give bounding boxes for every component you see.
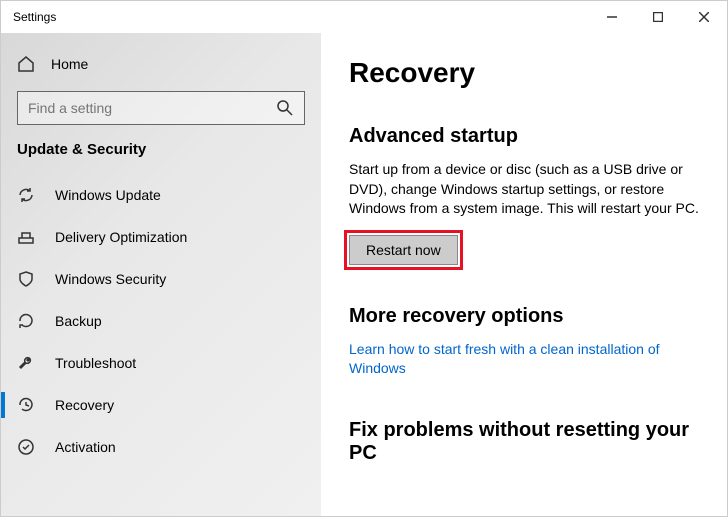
sidebar: Home Update & Security Windows Update De… [1, 33, 321, 516]
backup-icon [17, 312, 35, 330]
more-recovery-section: More recovery options Learn how to start… [349, 305, 699, 379]
window-title: Settings [13, 10, 56, 24]
fix-problems-heading: Fix problems without resetting your PC [349, 419, 699, 465]
restart-now-button[interactable]: Restart now [349, 235, 458, 265]
home-icon [17, 55, 35, 73]
fix-problems-section: Fix problems without resetting your PC [349, 419, 699, 465]
sidebar-item-label: Recovery [55, 397, 114, 413]
more-recovery-heading: More recovery options [349, 305, 699, 328]
shield-icon [17, 270, 35, 288]
advanced-startup-section: Advanced startup Start up from a device … [349, 125, 699, 265]
window-controls [589, 1, 727, 33]
sidebar-item-windows-security[interactable]: Windows Security [1, 258, 321, 300]
sidebar-item-delivery-optimization[interactable]: Delivery Optimization [1, 216, 321, 258]
sidebar-item-label: Windows Update [55, 187, 161, 203]
sidebar-item-backup[interactable]: Backup [1, 300, 321, 342]
sync-icon [17, 186, 35, 204]
sidebar-item-recovery[interactable]: Recovery [1, 384, 321, 426]
sidebar-item-windows-update[interactable]: Windows Update [1, 174, 321, 216]
wrench-icon [17, 354, 35, 372]
delivery-icon [17, 228, 35, 246]
advanced-startup-heading: Advanced startup [349, 125, 699, 148]
sidebar-item-label: Troubleshoot [55, 355, 136, 371]
home-label: Home [51, 56, 88, 72]
sidebar-item-label: Windows Security [55, 271, 166, 287]
sidebar-item-label: Backup [55, 313, 102, 329]
search-box[interactable] [17, 91, 305, 125]
maximize-button[interactable] [635, 1, 681, 33]
close-button[interactable] [681, 1, 727, 33]
main-panel: Recovery Advanced startup Start up from … [321, 33, 727, 516]
search-input[interactable] [28, 100, 276, 116]
home-nav[interactable]: Home [1, 45, 321, 83]
sidebar-item-label: Activation [55, 439, 116, 455]
advanced-startup-text: Start up from a device or disc (such as … [349, 160, 699, 219]
titlebar: Settings [1, 1, 727, 33]
search-icon [276, 99, 294, 117]
section-header: Update & Security [1, 141, 321, 174]
fresh-install-link[interactable]: Learn how to start fresh with a clean in… [349, 340, 699, 379]
activation-icon [17, 438, 35, 456]
page-title: Recovery [349, 57, 699, 89]
sidebar-item-label: Delivery Optimization [55, 229, 187, 245]
recovery-icon [17, 396, 35, 414]
sidebar-item-troubleshoot[interactable]: Troubleshoot [1, 342, 321, 384]
minimize-button[interactable] [589, 1, 635, 33]
sidebar-item-activation[interactable]: Activation [1, 426, 321, 468]
